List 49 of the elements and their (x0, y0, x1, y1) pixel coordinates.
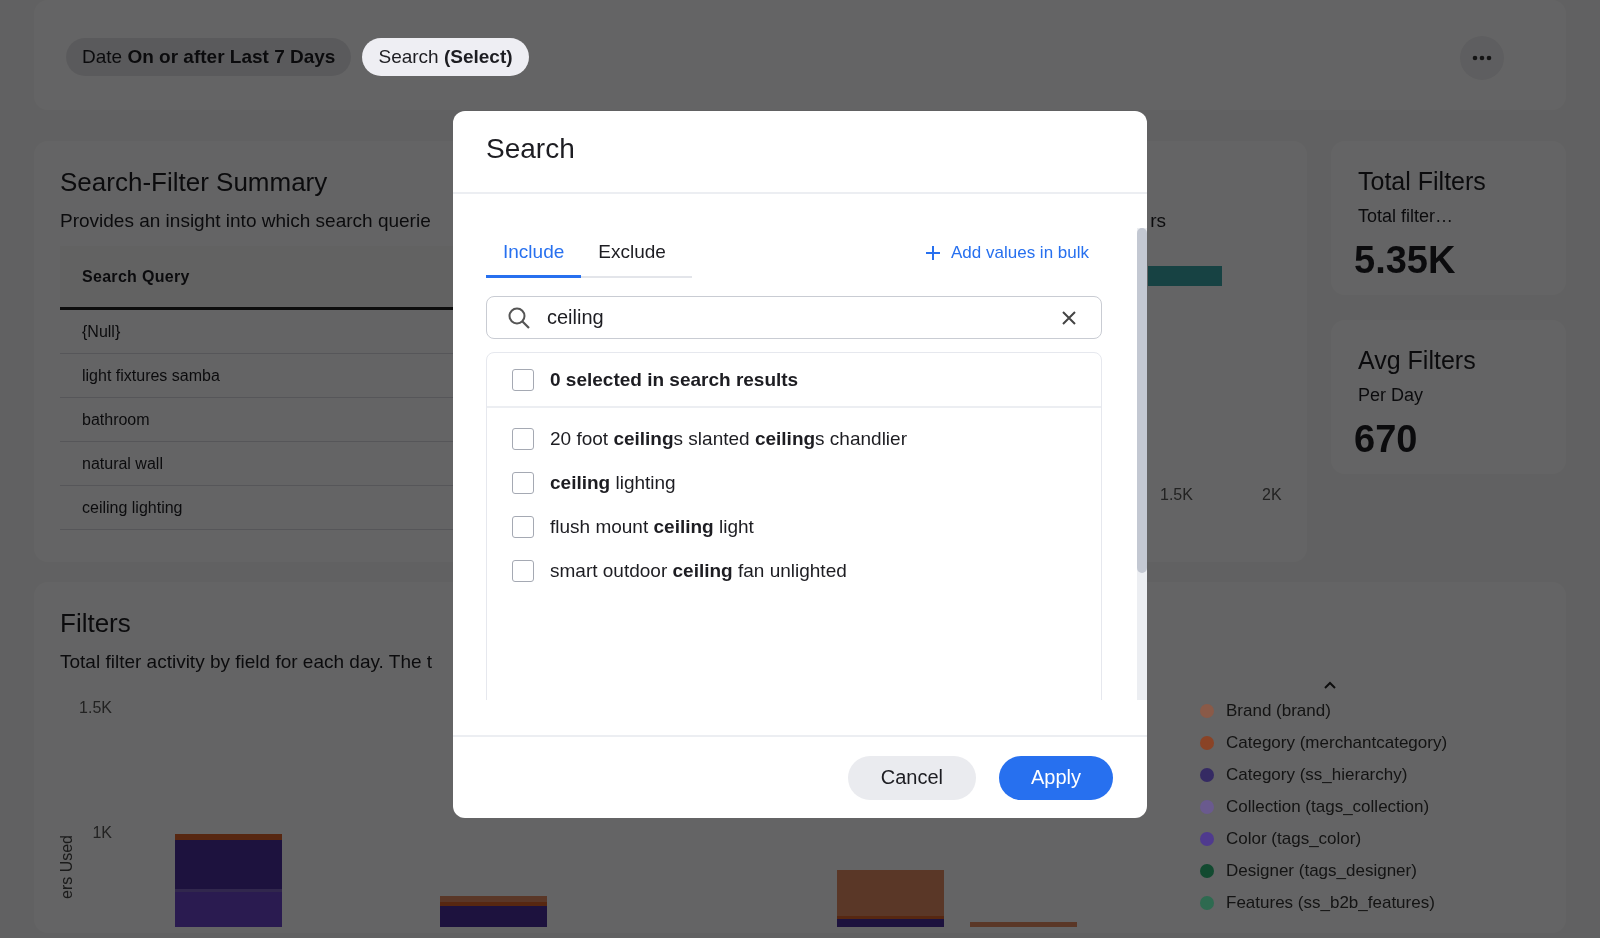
result-label: 20 foot ceilings slanted ceilings chandlier (550, 428, 907, 450)
cancel-button[interactable]: Cancel (847, 755, 976, 800)
result-label: smart outdoor ceiling fan unlighted (550, 560, 847, 582)
checkbox[interactable] (512, 368, 534, 391)
axis-title: ers Used (58, 834, 76, 899)
legend-label: Color (tags_color) (1226, 829, 1362, 849)
axis-tick-label: 2K (1262, 486, 1282, 504)
search-field[interactable]: ceiling (486, 296, 1102, 339)
more-icon (1472, 55, 1492, 61)
checkbox[interactable] (512, 472, 534, 494)
dialog-title: Search (453, 111, 1147, 194)
stat-subtitle: Per Day (1358, 385, 1425, 406)
stat-title: Total Filters (1358, 167, 1487, 196)
card-title: Search-Filter Summary (60, 167, 329, 198)
stat-value: 5.35K (1354, 239, 1457, 282)
tab[interactable]: Include (486, 228, 582, 278)
card-title: Filters (60, 608, 132, 639)
select-all-label: 0 selected in search results (550, 368, 799, 391)
apply-button[interactable]: Apply (998, 755, 1113, 800)
axis-tick-label: 1K (92, 824, 112, 842)
axis-tick-label: 1.5K (1160, 486, 1193, 504)
tab[interactable]: Exclude (581, 228, 683, 278)
legend-label: Designer (tags_designer) (1226, 861, 1417, 881)
legend-label: Collection (tags_collection) (1226, 797, 1430, 817)
card-subtitle: Total filter activity by field for each day. The t (60, 651, 434, 673)
close-icon (1062, 311, 1076, 325)
more-options-button[interactable] (1460, 36, 1504, 80)
subtitle-fragment: rs (1150, 210, 1166, 232)
stat-title: Avg Filters (1358, 346, 1477, 375)
scrollbar-thumb[interactable] (1137, 228, 1147, 573)
filter-chip[interactable]: Date On or after Last 7 Days (66, 38, 352, 76)
axis-tick-label: 1.5K (79, 699, 112, 717)
stat-subtitle: Total filter… (1358, 206, 1455, 227)
card-subtitle: Provides an insight into which search querie (60, 210, 431, 232)
legend-label: Category (ss_hierarchy) (1226, 765, 1408, 785)
search-icon (508, 307, 530, 329)
legend-label: Category (merchantcategory) (1226, 733, 1448, 753)
plus-icon (925, 245, 941, 261)
stat-value: 670 (1354, 418, 1419, 461)
result-label: ceiling lighting (550, 472, 676, 494)
checkbox[interactable] (512, 428, 534, 450)
result-label: flush mount ceiling light (550, 516, 754, 538)
checkbox[interactable] (512, 560, 534, 582)
add-values-link[interactable]: Add values in bulk (925, 243, 1089, 263)
filter-chip[interactable]: Search (Select) (362, 38, 529, 76)
checkbox[interactable] (512, 516, 534, 538)
caret-up-icon (1324, 681, 1336, 689)
legend-label: Brand (brand) (1226, 701, 1331, 721)
legend-label: Features (ss_b2b_features) (1226, 893, 1435, 913)
